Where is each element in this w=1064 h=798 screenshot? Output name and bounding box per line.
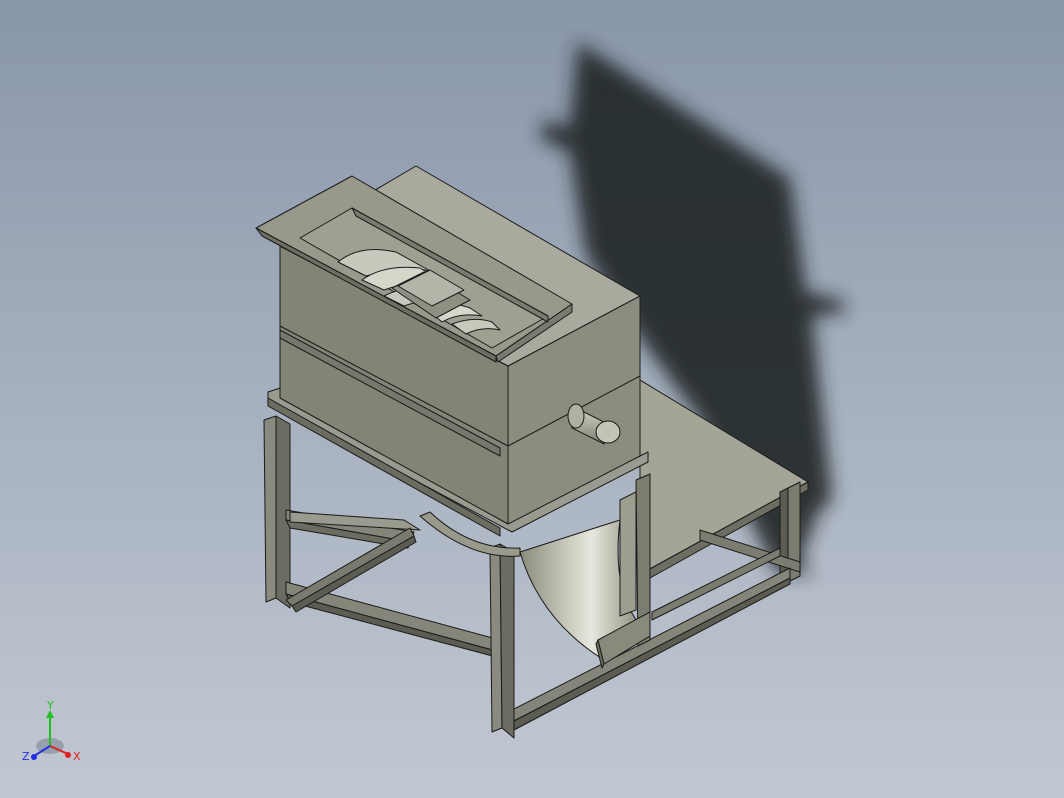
cad-model-view[interactable] (0, 0, 1064, 798)
x-axis-head (65, 752, 71, 758)
3d-viewport[interactable]: Y X Z (0, 0, 1064, 798)
frame-leg-front-left (263, 415, 277, 603)
coordinate-triad[interactable]: Y X Z (18, 700, 90, 772)
y-axis-label: Y (46, 700, 54, 712)
z-axis-head (31, 754, 37, 760)
z-axis-label: Z (22, 750, 30, 763)
x-axis-label: X (73, 750, 81, 763)
